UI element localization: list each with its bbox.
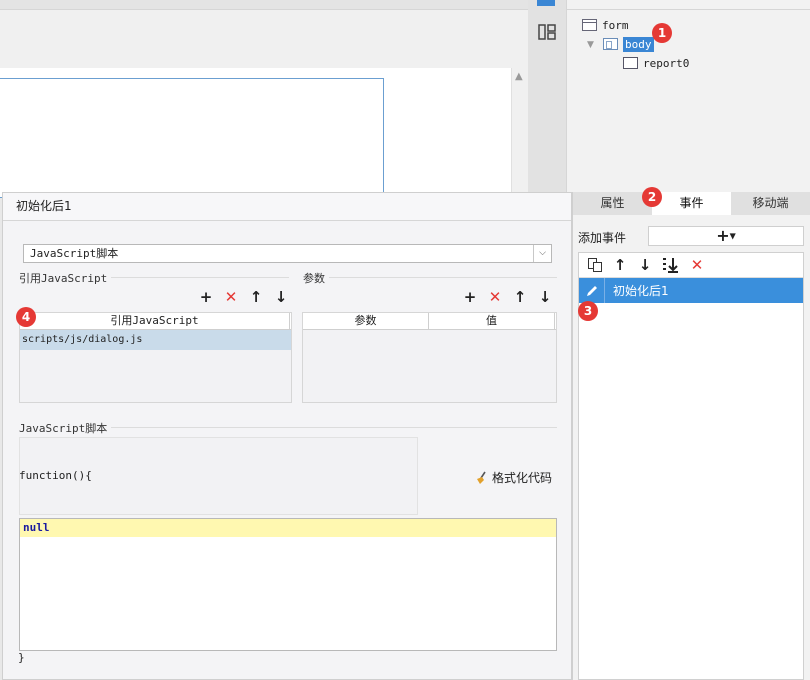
down-arrow-icon[interactable]: ↓	[273, 289, 289, 305]
script-type-select[interactable]: JavaScript脚本 ⌵	[23, 244, 552, 263]
delete-icon[interactable]: ✕	[223, 289, 239, 305]
tree-node-body[interactable]: body	[603, 35, 654, 53]
add-icon[interactable]: +	[462, 289, 478, 305]
tab-properties[interactable]: 属性	[573, 192, 652, 215]
design-canvas-area: ▲	[0, 0, 528, 198]
up-arrow-icon[interactable]: ↑	[512, 289, 528, 305]
callout-badge-1: 1	[652, 23, 672, 43]
event-list: ↑ ↓ ✕ 初始化后1	[578, 252, 804, 680]
format-code-label: 格式化代码	[492, 471, 553, 485]
side-toolbar	[528, 0, 566, 192]
callout-badge-3: 3	[578, 301, 598, 321]
event-editor-dialog: 初始化后1 JavaScript脚本 ⌵ 引用JavaScript 参数 + ✕…	[2, 192, 572, 680]
tree-toolbar	[567, 0, 810, 10]
column-header: 引用JavaScript	[20, 313, 290, 329]
param-table: 参数 值	[302, 312, 557, 403]
table-header: 引用JavaScript	[20, 313, 291, 330]
script-type-value: JavaScript脚本	[30, 247, 119, 260]
tree-node-form[interactable]: form	[582, 16, 629, 34]
format-code-button[interactable]: 格式化代码	[475, 469, 552, 486]
dropdown-caret-icon[interactable]: ⌵	[533, 245, 551, 262]
canvas-vertical-scrollbar[interactable]: ▲	[511, 68, 528, 192]
move-bottom-icon[interactable]	[662, 256, 680, 274]
table-row[interactable]: scripts/js/dialog.js	[20, 330, 291, 350]
down-arrow-icon[interactable]: ↓	[637, 257, 653, 273]
callout-badge-4: 4	[16, 307, 36, 327]
add-event-button[interactable]: +▼	[648, 226, 804, 246]
ref-js-section-label: 引用JavaScript	[19, 270, 112, 286]
top-toolbar-button[interactable]	[537, 0, 555, 6]
tree-node-report0[interactable]: report0	[623, 54, 689, 72]
add-icon: +	[716, 226, 730, 245]
tab-events[interactable]: 事件	[652, 192, 731, 215]
column-header: 值	[429, 313, 555, 329]
up-arrow-icon[interactable]: ↑	[248, 289, 264, 305]
canvas-top-strip	[0, 0, 528, 10]
function-header: function(){	[19, 469, 92, 482]
function-footer: }	[18, 651, 25, 664]
form-icon	[582, 19, 597, 31]
report-widget-frame[interactable]	[0, 78, 384, 198]
tree-node-label: report0	[643, 56, 690, 70]
event-list-item[interactable]: 初始化后1	[579, 278, 803, 303]
event-list-toolbar: ↑ ↓ ✕	[579, 253, 803, 278]
copy-icon[interactable]	[587, 257, 603, 273]
param-section-label: 参数	[303, 270, 329, 286]
table-header: 参数 值	[303, 313, 556, 330]
dropdown-caret-icon: ▼	[729, 231, 736, 241]
code-line[interactable]: null	[20, 519, 556, 537]
delete-icon[interactable]: ✕	[689, 257, 705, 273]
divider	[303, 277, 557, 278]
code-editor[interactable]: null	[19, 518, 557, 651]
scroll-up-icon[interactable]: ▲	[515, 71, 523, 82]
broom-icon	[477, 471, 486, 484]
add-icon[interactable]: +	[198, 289, 214, 305]
tree-node-label: body	[623, 36, 654, 52]
column-header: 参数	[303, 313, 429, 329]
event-name: 初始化后1	[613, 284, 669, 298]
dialog-title: 初始化后1	[3, 193, 571, 221]
designer-window: ▲ form ▼ body report0 初始化后1 JavaScript脚本…	[0, 0, 810, 680]
add-event-label: 添加事件	[578, 231, 627, 245]
ref-js-table: 引用JavaScript scripts/js/dialog.js	[19, 312, 292, 403]
collapse-icon[interactable]: ▼	[587, 40, 594, 50]
delete-icon[interactable]: ✕	[487, 289, 503, 305]
report-icon	[623, 57, 638, 69]
down-arrow-icon[interactable]: ↓	[537, 289, 553, 305]
pencil-icon[interactable]	[579, 278, 605, 303]
body-icon	[603, 38, 618, 50]
tree-node-label: form	[602, 18, 629, 32]
script-section-label: JavaScript脚本	[19, 420, 112, 436]
callout-badge-2: 2	[642, 187, 662, 207]
tab-mobile[interactable]: 移动端	[731, 192, 810, 215]
panel-tabs: 属性 事件 移动端	[573, 192, 810, 215]
event-panel: 属性 事件 移动端 添加事件 +▼ ↑ ↓ ✕ 初始化后1	[572, 192, 810, 680]
widget-tree-panel: form ▼ body report0	[566, 0, 810, 192]
layout-icon[interactable]	[538, 24, 556, 40]
up-arrow-icon[interactable]: ↑	[612, 257, 628, 273]
